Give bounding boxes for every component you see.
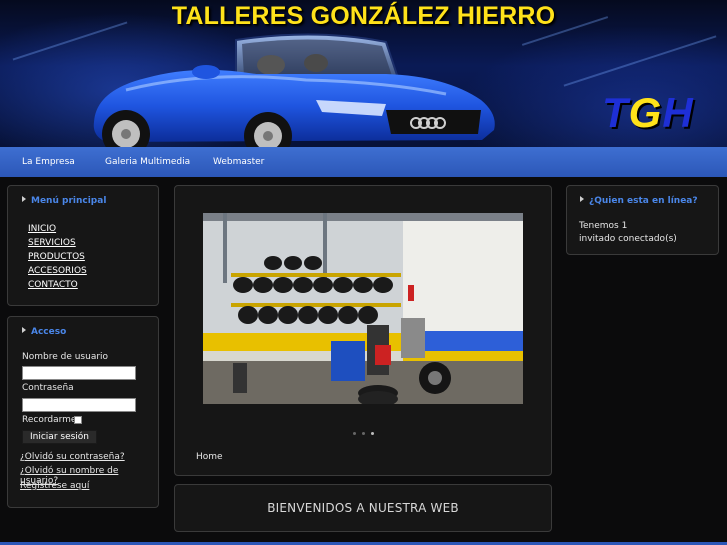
menu-item: PRODUCTOS — [28, 250, 87, 264]
welcome-panel: BIENVENIDOS A NUESTRA WEB — [174, 484, 552, 532]
remember-label: Recordarme — [22, 415, 77, 425]
nav-item-webmaster[interactable]: Webmaster — [213, 147, 264, 177]
light-streak — [563, 35, 717, 87]
car-image — [93, 33, 495, 147]
online-status: Tenemos 1 invitado conectado(s) — [579, 220, 677, 246]
menu-item: CONTACTO — [28, 278, 87, 292]
password-input[interactable] — [22, 398, 136, 412]
login-panel: Acceso Nombre de usuario Contraseña Reco… — [7, 316, 159, 508]
main-menu-title: Menú principal — [22, 196, 106, 206]
login-button[interactable]: Iniciar sesión — [22, 430, 98, 444]
register-link[interactable]: Regístrese aquí — [20, 481, 89, 491]
menu-item: INICIO — [28, 222, 87, 236]
nav-item-la-empresa[interactable]: La Empresa — [22, 147, 75, 177]
workshop-photo — [203, 213, 523, 404]
menu-link-accesorios[interactable]: ACCESORIOS — [28, 266, 87, 276]
menu-link-productos[interactable]: PRODUCTOS — [28, 252, 85, 262]
header-banner: TALLERES GONZÁLEZ HIERRO TGH — [0, 0, 727, 147]
breadcrumb: Home — [196, 452, 223, 462]
password-label: Contraseña — [22, 383, 74, 393]
top-navigation: La Empresa Galeria Multimedia Webmaster — [0, 147, 727, 177]
triangle-right-icon — [580, 196, 584, 202]
tgh-logo: TGH — [602, 89, 694, 136]
site-title: TALLERES GONZÁLEZ HIERRO — [171, 2, 556, 30]
forgot-password-link[interactable]: ¿Olvidó su contraseña? — [20, 452, 125, 462]
slideshow-image — [203, 213, 523, 404]
login-title: Acceso — [22, 327, 66, 337]
slideshow-panel: Home — [174, 185, 552, 476]
slideshow-dot-3[interactable] — [370, 432, 374, 435]
slideshow-dot-1[interactable] — [352, 432, 356, 435]
remember-checkbox[interactable] — [74, 416, 82, 424]
nav-item-galeria-multimedia[interactable]: Galeria Multimedia — [105, 147, 190, 177]
triangle-right-icon — [22, 196, 26, 202]
online-title: ¿Quien esta en línea? — [580, 196, 698, 206]
menu-item: ACCESORIOS — [28, 264, 87, 278]
menu-link-servicios[interactable]: SERVICIOS — [28, 238, 76, 248]
main-menu-panel: Menú principal INICIO SERVICIOS PRODUCTO… — [7, 185, 159, 306]
slideshow-dot-2[interactable] — [361, 432, 365, 435]
username-input[interactable] — [22, 366, 136, 380]
menu-link-contacto[interactable]: CONTACTO — [28, 280, 78, 290]
online-line-2: invitado conectado(s) — [579, 234, 677, 244]
slideshow-dots — [175, 420, 551, 439]
triangle-right-icon — [22, 327, 26, 333]
online-panel: ¿Quien esta en línea? Tenemos 1 invitado… — [566, 185, 719, 255]
welcome-heading: BIENVENIDOS A NUESTRA WEB — [267, 501, 459, 515]
main-menu-list: INICIO SERVICIOS PRODUCTOS ACCESORIOS CO… — [28, 222, 87, 292]
menu-item: SERVICIOS — [28, 236, 87, 250]
username-label: Nombre de usuario — [22, 352, 109, 362]
online-line-1: Tenemos 1 — [579, 221, 628, 231]
menu-link-inicio[interactable]: INICIO — [28, 224, 56, 234]
